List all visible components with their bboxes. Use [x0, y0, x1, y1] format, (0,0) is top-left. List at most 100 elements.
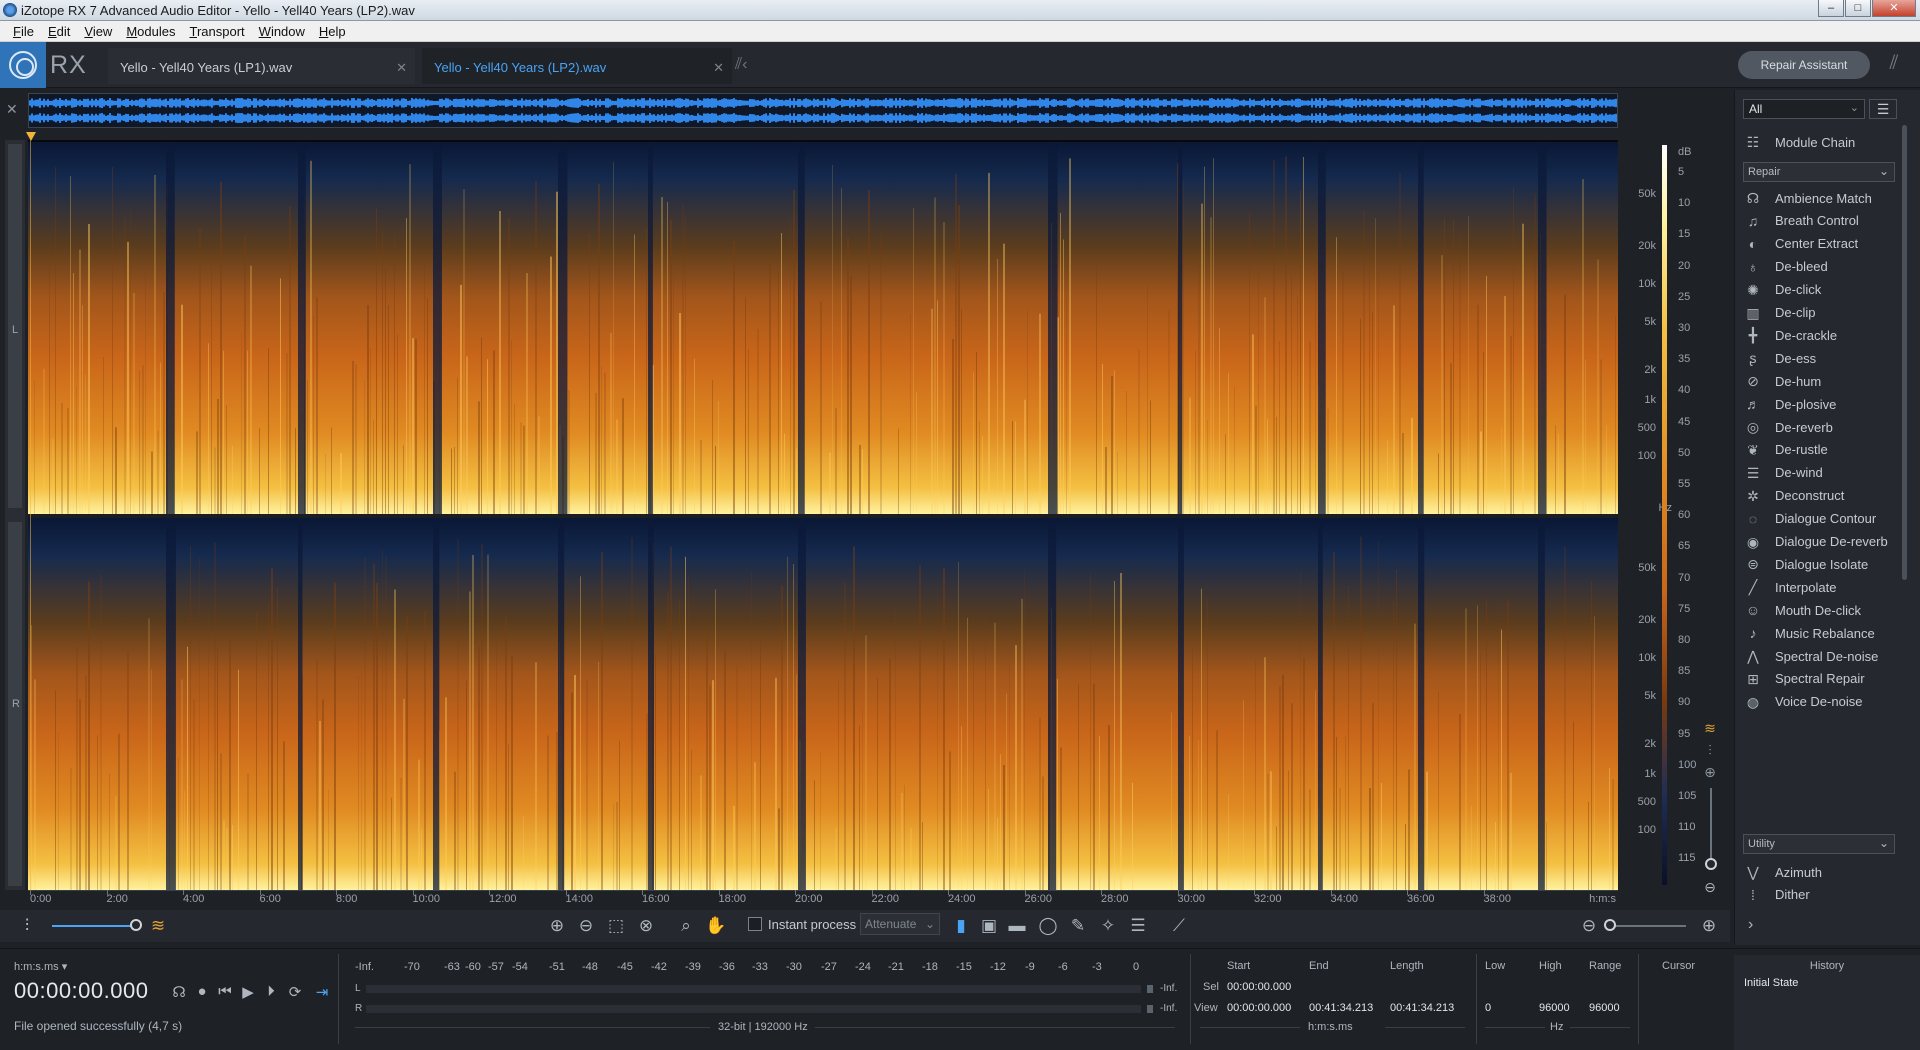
loop-button[interactable]: ⟳	[286, 983, 304, 1001]
spectrogram-left-channel[interactable]	[28, 142, 1618, 514]
time-ruler[interactable]: h:m:s 0:00 2:00 4:00 6:00 8:00 10:00 12:00 14:0…	[28, 890, 1618, 908]
waveform-overview[interactable]	[28, 93, 1618, 128]
vertical-zoom-in-icon[interactable]: ⊕	[1700, 764, 1720, 786]
menu-item[interactable]: View	[77, 24, 119, 39]
magic-wand-icon[interactable]: ✧	[1097, 916, 1119, 936]
repair-section-header[interactable]: Repair ⌄	[1743, 162, 1895, 182]
menu-item[interactable]: File	[6, 24, 41, 39]
time-frequency-selection-icon[interactable]: ▣	[978, 916, 1000, 936]
zoom-selection-icon[interactable]: ⬚	[605, 916, 627, 936]
module-item[interactable]: ◍ Voice De-noise	[1743, 689, 1863, 715]
brush-tool-icon[interactable]: ✎	[1067, 916, 1089, 936]
menu-item[interactable]: Modules	[119, 24, 182, 39]
module-label: Center Extract	[1775, 236, 1859, 252]
meter-scale-tick: -54	[512, 961, 528, 973]
frequency-tick: 5k	[1644, 690, 1656, 702]
module-filter-select[interactable]: All ⌄	[1743, 99, 1865, 119]
collapse-overview-icon[interactable]: ✕	[6, 101, 22, 121]
frequency-scale: 50k 20k 10k 5k 2k 1k 500 100 50k 20k 10k 5k 2k 1k 500 1…	[1620, 140, 1672, 890]
waveform-opacity-icon[interactable]: ⫶	[16, 916, 38, 936]
frequency-tick: 2k	[1644, 738, 1656, 750]
view-high-value[interactable]: 96000	[1539, 1002, 1570, 1014]
menu-item[interactable]: Edit	[41, 24, 77, 39]
hand-tool-icon[interactable]: ✋	[705, 916, 727, 936]
panel-toggle-icon[interactable]: ⫽	[1880, 52, 1908, 80]
menu-item[interactable]: Window	[252, 24, 312, 39]
frequency-selection-icon[interactable]: ▬	[1006, 916, 1028, 936]
tab-lp1[interactable]: Yello - Yell40 Years (LP1).wav ✕	[108, 48, 415, 84]
zoom-out-horizontal-icon[interactable]: ⊖	[1578, 916, 1600, 936]
module-label: De-hum	[1775, 373, 1822, 389]
display-blend-knob[interactable]	[130, 919, 142, 931]
meter-right-peak	[1147, 1005, 1153, 1013]
display-blend-slider[interactable]	[52, 925, 136, 927]
spectrogram-view[interactable]	[28, 140, 1618, 890]
zoom-in-time-icon[interactable]: ⊕	[546, 916, 568, 936]
module-list-menu-icon[interactable]: ☰	[1869, 99, 1897, 119]
zoom-out-time-icon[interactable]: ⊖	[575, 916, 597, 936]
divider	[355, 1027, 710, 1028]
harmonic-selection-icon[interactable]: ☰	[1127, 916, 1149, 936]
play-selection-button[interactable]: ⏵	[262, 983, 280, 1000]
db-tick: 55	[1678, 478, 1691, 490]
menu-item[interactable]: Help	[312, 24, 353, 39]
playhead-marker[interactable]	[26, 132, 36, 141]
gain-envelope-icon[interactable]: ⟋	[1168, 916, 1190, 936]
module-item[interactable]: ⁞ Dither	[1743, 882, 1810, 908]
lasso-tool-icon[interactable]: ◯	[1037, 916, 1059, 936]
vertical-zoom-slider[interactable]	[1710, 788, 1712, 868]
horizontal-zoom-knob[interactable]	[1604, 919, 1616, 931]
view-end-value[interactable]: 00:41:34.213	[1309, 1002, 1373, 1014]
go-to-start-button[interactable]: ⏮	[216, 983, 234, 1000]
instant-process-mode-select[interactable]: Attenuate ⌄	[860, 913, 940, 935]
close-tab-icon[interactable]: ✕	[396, 60, 407, 76]
menu-item-label: odules	[137, 23, 176, 39]
waveform-mode-icon[interactable]: ⫶	[1700, 742, 1720, 764]
spectrogram-blend-icon[interactable]: ≋	[147, 916, 169, 936]
meter-right-bar	[366, 1005, 1141, 1013]
time-unit-footer: h:m:s.ms	[1308, 1021, 1353, 1033]
headphones-icon[interactable]: ☊	[170, 983, 188, 1001]
sel-start-value[interactable]: 00:00:00.000	[1227, 981, 1291, 993]
play-button[interactable]: ▶	[239, 983, 257, 1001]
repair-assistant-button[interactable]: Repair Assistant	[1738, 51, 1870, 79]
tab-lp2[interactable]: Yello - Yell40 Years (LP2).wav ✕	[422, 48, 732, 84]
instant-process-checkbox[interactable]	[748, 917, 762, 931]
module-panel-scrollbar[interactable]	[1902, 125, 1907, 580]
vertical-zoom-knob[interactable]	[1705, 858, 1717, 870]
zoom-in-horizontal-icon[interactable]: ⊕	[1698, 916, 1720, 936]
view-length-value[interactable]: 00:41:34.213	[1390, 1002, 1454, 1014]
spectrogram-right-channel[interactable]	[28, 518, 1618, 890]
view-low-value[interactable]: 0	[1485, 1002, 1491, 1014]
tab-overflow-icon[interactable]: ⫽‹	[735, 56, 747, 74]
chevron-right-icon[interactable]: ›	[1748, 916, 1753, 934]
minimize-button[interactable]: –	[1818, 0, 1844, 17]
menu-item[interactable]: Transport	[182, 24, 251, 39]
zoom-tool-icon[interactable]: ⌕	[675, 916, 697, 936]
maximize-button[interactable]: □	[1845, 0, 1871, 17]
horizontal-zoom-slider[interactable]	[1606, 925, 1686, 927]
view-range-value[interactable]: 96000	[1589, 1002, 1620, 1014]
utility-section-header[interactable]: Utility ⌄	[1743, 834, 1895, 854]
meter-right-value: -Inf.	[1160, 1003, 1178, 1014]
zoom-fit-icon[interactable]: ⊗	[635, 916, 657, 936]
view-start-value[interactable]: 00:00:00.000	[1227, 1002, 1291, 1014]
meter-scale-tick: -42	[651, 961, 667, 973]
scroll-with-playback-button[interactable]: ⇥	[313, 983, 331, 1001]
dewind-icon: ☰	[1746, 464, 1760, 481]
close-tab-icon[interactable]: ✕	[713, 60, 724, 76]
db-tick: 15	[1678, 228, 1691, 241]
vertical-zoom-out-icon[interactable]: ⊖	[1699, 877, 1721, 897]
db-tick: 75	[1678, 602, 1691, 615]
record-button[interactable]: ●	[193, 983, 211, 1000]
db-tick: 25	[1678, 290, 1691, 303]
time-selection-tool-icon[interactable]: ▮	[950, 916, 972, 936]
close-button[interactable]: ✕	[1872, 0, 1916, 17]
spectrogram-mode-icon[interactable]: ≋	[1700, 720, 1720, 742]
end-header: End	[1309, 960, 1329, 972]
history-item[interactable]: Initial State	[1744, 977, 1798, 989]
time-format-select[interactable]: h:m:s.ms ▾	[14, 960, 67, 973]
dialogue-isolate-icon: ⊜	[1747, 556, 1759, 573]
module-chain-item[interactable]: ☷ Module Chain	[1743, 132, 1856, 152]
divider	[1485, 1027, 1545, 1028]
